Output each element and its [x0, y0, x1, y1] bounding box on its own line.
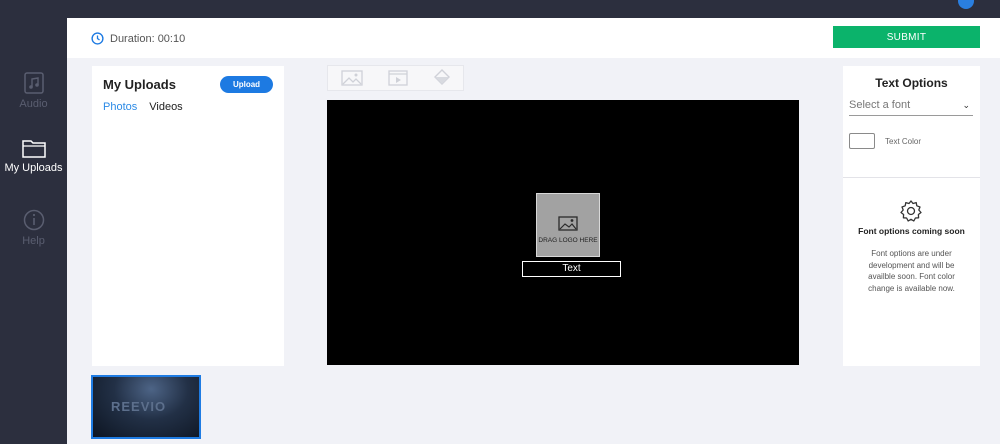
coming-soon-description: Font options are under development and w…: [868, 249, 955, 293]
video-icon[interactable]: [387, 70, 408, 86]
sidebar-item-label: My Uploads: [4, 162, 63, 174]
uploads-tabs: Photos Videos: [103, 101, 183, 113]
panel-title: My Uploads: [103, 77, 176, 92]
user-avatar[interactable]: [958, 0, 974, 9]
gear-icon: [900, 200, 922, 222]
sidebar-item-label: Audio: [19, 98, 48, 110]
drop-zone-label: DRAG LOGO HERE: [538, 237, 598, 244]
text-color-swatch[interactable]: [849, 133, 875, 149]
top-bar: [0, 0, 1000, 18]
editor-header: Duration: 00:10 SUBMIT: [67, 18, 1000, 58]
tab-videos[interactable]: Videos: [149, 101, 182, 113]
coming-soon-title: Font options coming soon: [858, 226, 965, 236]
folder-icon: [21, 140, 46, 158]
panel-title: Text Options: [875, 76, 948, 90]
video-canvas[interactable]: DRAG LOGO HERE Text: [327, 100, 799, 365]
duration-text: Duration: 00:10: [110, 32, 186, 45]
logo-drop-zone[interactable]: DRAG LOGO HERE: [536, 193, 600, 257]
font-select[interactable]: Select a font ⌄: [849, 96, 973, 116]
tab-photos[interactable]: Photos: [103, 101, 137, 113]
canvas-toolbar: [327, 65, 464, 91]
image-icon[interactable]: [340, 70, 363, 86]
music-file-icon: [23, 72, 44, 94]
paint-bucket-icon[interactable]: [433, 69, 451, 87]
thumbnail-brand-text: REEVIO: [111, 399, 167, 414]
sidebar-item-my-uploads[interactable]: My Uploads: [0, 138, 67, 174]
sidebar-item-audio[interactable]: Audio: [0, 72, 67, 110]
uploads-panel: My Uploads Upload Photos Videos: [92, 66, 284, 366]
timeline-thumbnail[interactable]: REEVIO: [91, 375, 201, 439]
clock-icon: [91, 32, 104, 45]
image-icon: [558, 216, 578, 231]
sidebar-item-label: Help: [22, 235, 45, 247]
sidebar-item-help[interactable]: Help: [0, 209, 67, 247]
font-select-placeholder: Select a font: [849, 99, 911, 111]
submit-button[interactable]: SUBMIT: [833, 26, 980, 48]
divider: [843, 177, 980, 178]
text-color-row: Text Color: [849, 133, 921, 149]
upload-button[interactable]: Upload: [220, 76, 273, 93]
chevron-down-icon: ⌄: [962, 100, 970, 110]
text-color-label: Text Color: [885, 136, 922, 146]
duration-indicator: Duration: 00:10: [91, 32, 185, 45]
info-icon: [23, 209, 44, 231]
text-element[interactable]: Text: [522, 261, 621, 277]
sidebar: Audio My Uploads Help: [0, 18, 67, 444]
text-options-panel: Text Options Select a font ⌄ Text Color …: [843, 66, 980, 366]
